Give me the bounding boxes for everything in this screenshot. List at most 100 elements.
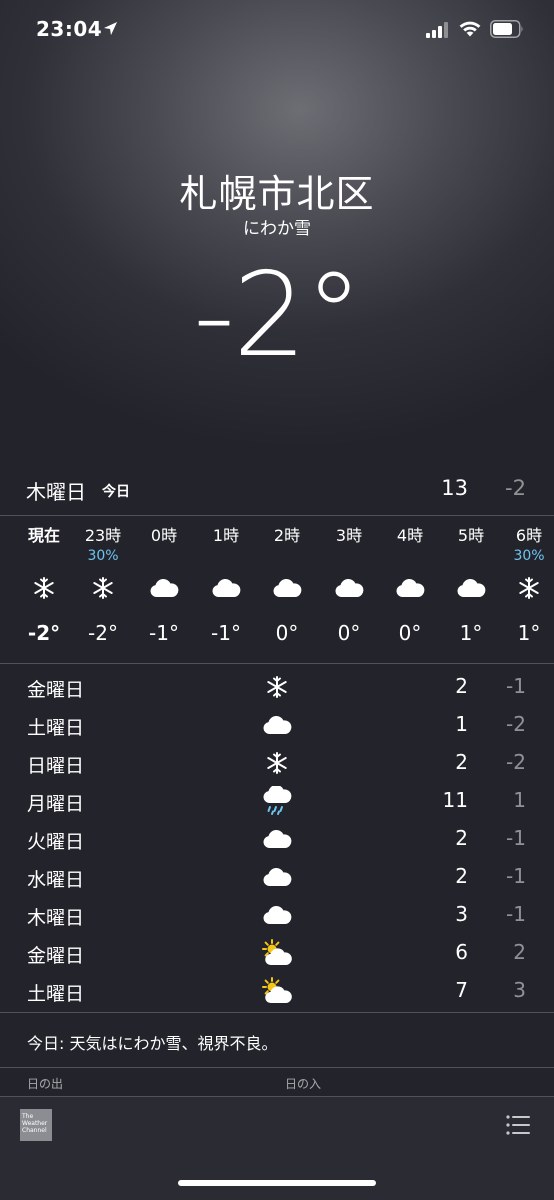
home-indicator[interactable] xyxy=(178,1180,376,1186)
hour-label: 現在 xyxy=(27,526,60,545)
hour-temperature: -2° xyxy=(88,621,118,645)
hourly-item: 現在 -2° xyxy=(14,525,74,645)
today-low: -2 xyxy=(505,476,526,500)
hour-temperature: -1° xyxy=(211,621,241,645)
day-name: 木曜日 xyxy=(27,907,85,929)
hourly-item: 5時 1° xyxy=(441,525,501,645)
day-low: 1 xyxy=(513,788,526,812)
day-low: 2 xyxy=(513,940,526,964)
hourly-item: 4時 0° xyxy=(380,525,440,645)
hour-temperature: 1° xyxy=(459,621,483,645)
hour-temperature: -2° xyxy=(27,621,61,645)
day-name: 日曜日 xyxy=(27,755,85,777)
cloud-icon xyxy=(256,709,298,741)
cloud-icon xyxy=(256,861,298,893)
precipitation-chance xyxy=(380,547,440,565)
hour-label: 4時 xyxy=(396,526,424,545)
day-name: 金曜日 xyxy=(27,945,85,967)
day-low: -1 xyxy=(506,826,526,850)
hour-temperature: 0° xyxy=(337,621,361,645)
hourly-item: 23時 30% -2° xyxy=(73,525,133,645)
location-arrow-icon xyxy=(103,21,118,36)
daily-row: 木曜日 3 -1 xyxy=(0,897,554,935)
daily-row: 月曜日 11 1 xyxy=(0,783,554,821)
cloud-icon xyxy=(256,899,298,931)
precipitation-chance: 30% xyxy=(87,548,119,564)
hourly-item: 6時 30% 1° xyxy=(503,525,554,645)
rain-cloud-icon xyxy=(256,785,298,817)
daily-row: 土曜日 1 -2 xyxy=(0,707,554,745)
weather-channel-logo[interactable]: The Weather Channel xyxy=(20,1109,52,1141)
hourly-item: 3時 0° xyxy=(319,525,379,645)
snowflake-icon xyxy=(73,565,133,611)
current-condition: にわか雪 xyxy=(243,219,311,239)
snowflake-icon xyxy=(256,747,298,779)
hour-label: 5時 xyxy=(457,526,485,545)
hourly-item: 0時 -1° xyxy=(134,525,194,645)
daily-row: 金曜日 2 -1 xyxy=(0,669,554,707)
cloud-icon xyxy=(134,565,194,611)
hour-label: 1時 xyxy=(212,526,240,545)
day-high: 2 xyxy=(455,864,468,888)
hour-label: 0時 xyxy=(150,526,178,545)
cloud-icon xyxy=(196,565,256,611)
sunrise-label: 日の出 xyxy=(27,1077,64,1091)
wifi-icon xyxy=(459,21,481,37)
cloud-icon xyxy=(380,565,440,611)
day-name: 土曜日 xyxy=(27,983,85,1005)
hour-temperature: 1° xyxy=(517,621,541,645)
hour-temperature: 0° xyxy=(398,621,422,645)
cloud-icon xyxy=(319,565,379,611)
day-name: 水曜日 xyxy=(27,869,85,891)
precipitation-chance xyxy=(319,547,379,565)
snowflake-icon xyxy=(14,565,74,611)
hourly-item: 1時 -1° xyxy=(196,525,256,645)
hour-temperature: -1° xyxy=(149,621,179,645)
current-temperature: -2° xyxy=(193,248,363,383)
partly-sunny-icon xyxy=(256,937,298,969)
day-low: -1 xyxy=(506,902,526,926)
divider xyxy=(0,1012,554,1013)
precipitation-chance xyxy=(196,547,256,565)
cellular-signal-icon xyxy=(426,22,448,38)
day-high: 2 xyxy=(455,674,468,698)
partly-sunny-icon xyxy=(256,975,298,1007)
day-high: 2 xyxy=(455,750,468,774)
hour-label: 23時 xyxy=(84,526,122,545)
precipitation-chance xyxy=(441,547,501,565)
snowflake-icon xyxy=(256,671,298,703)
day-name: 月曜日 xyxy=(27,793,85,815)
hour-label: 6時 xyxy=(515,526,543,545)
day-name: 金曜日 xyxy=(27,679,85,701)
today-day-name: 木曜日 xyxy=(26,480,86,504)
list-icon[interactable] xyxy=(506,1114,530,1136)
today-summary: 今日: 天気はにわか雪、視界不良。 xyxy=(27,1034,278,1053)
day-low: -1 xyxy=(506,674,526,698)
precipitation-chance: 30% xyxy=(513,548,545,564)
cloud-icon xyxy=(441,565,501,611)
day-high: 2 xyxy=(455,826,468,850)
divider xyxy=(0,663,554,664)
day-name: 土曜日 xyxy=(27,717,85,739)
day-high: 11 xyxy=(442,788,468,812)
hour-label: 2時 xyxy=(273,526,301,545)
day-high: 1 xyxy=(455,712,468,736)
today-high: 13 xyxy=(441,476,468,500)
battery-icon xyxy=(490,20,523,38)
today-tag: 今日 xyxy=(102,484,130,500)
divider xyxy=(0,1067,554,1068)
daily-row: 金曜日 6 2 xyxy=(0,935,554,973)
hourly-item: 2時 0° xyxy=(257,525,317,645)
day-low: -2 xyxy=(506,712,526,736)
city-name: 札幌市北区 xyxy=(179,172,375,216)
day-low: -2 xyxy=(506,750,526,774)
daily-row: 火曜日 2 -1 xyxy=(0,821,554,859)
cloud-icon xyxy=(256,823,298,855)
day-name: 火曜日 xyxy=(27,831,85,853)
day-low: 3 xyxy=(513,978,526,1002)
hour-label: 3時 xyxy=(335,526,363,545)
day-low: -1 xyxy=(506,864,526,888)
day-high: 3 xyxy=(455,902,468,926)
precipitation-chance xyxy=(134,547,194,565)
daily-row: 土曜日 7 3 xyxy=(0,973,554,1011)
